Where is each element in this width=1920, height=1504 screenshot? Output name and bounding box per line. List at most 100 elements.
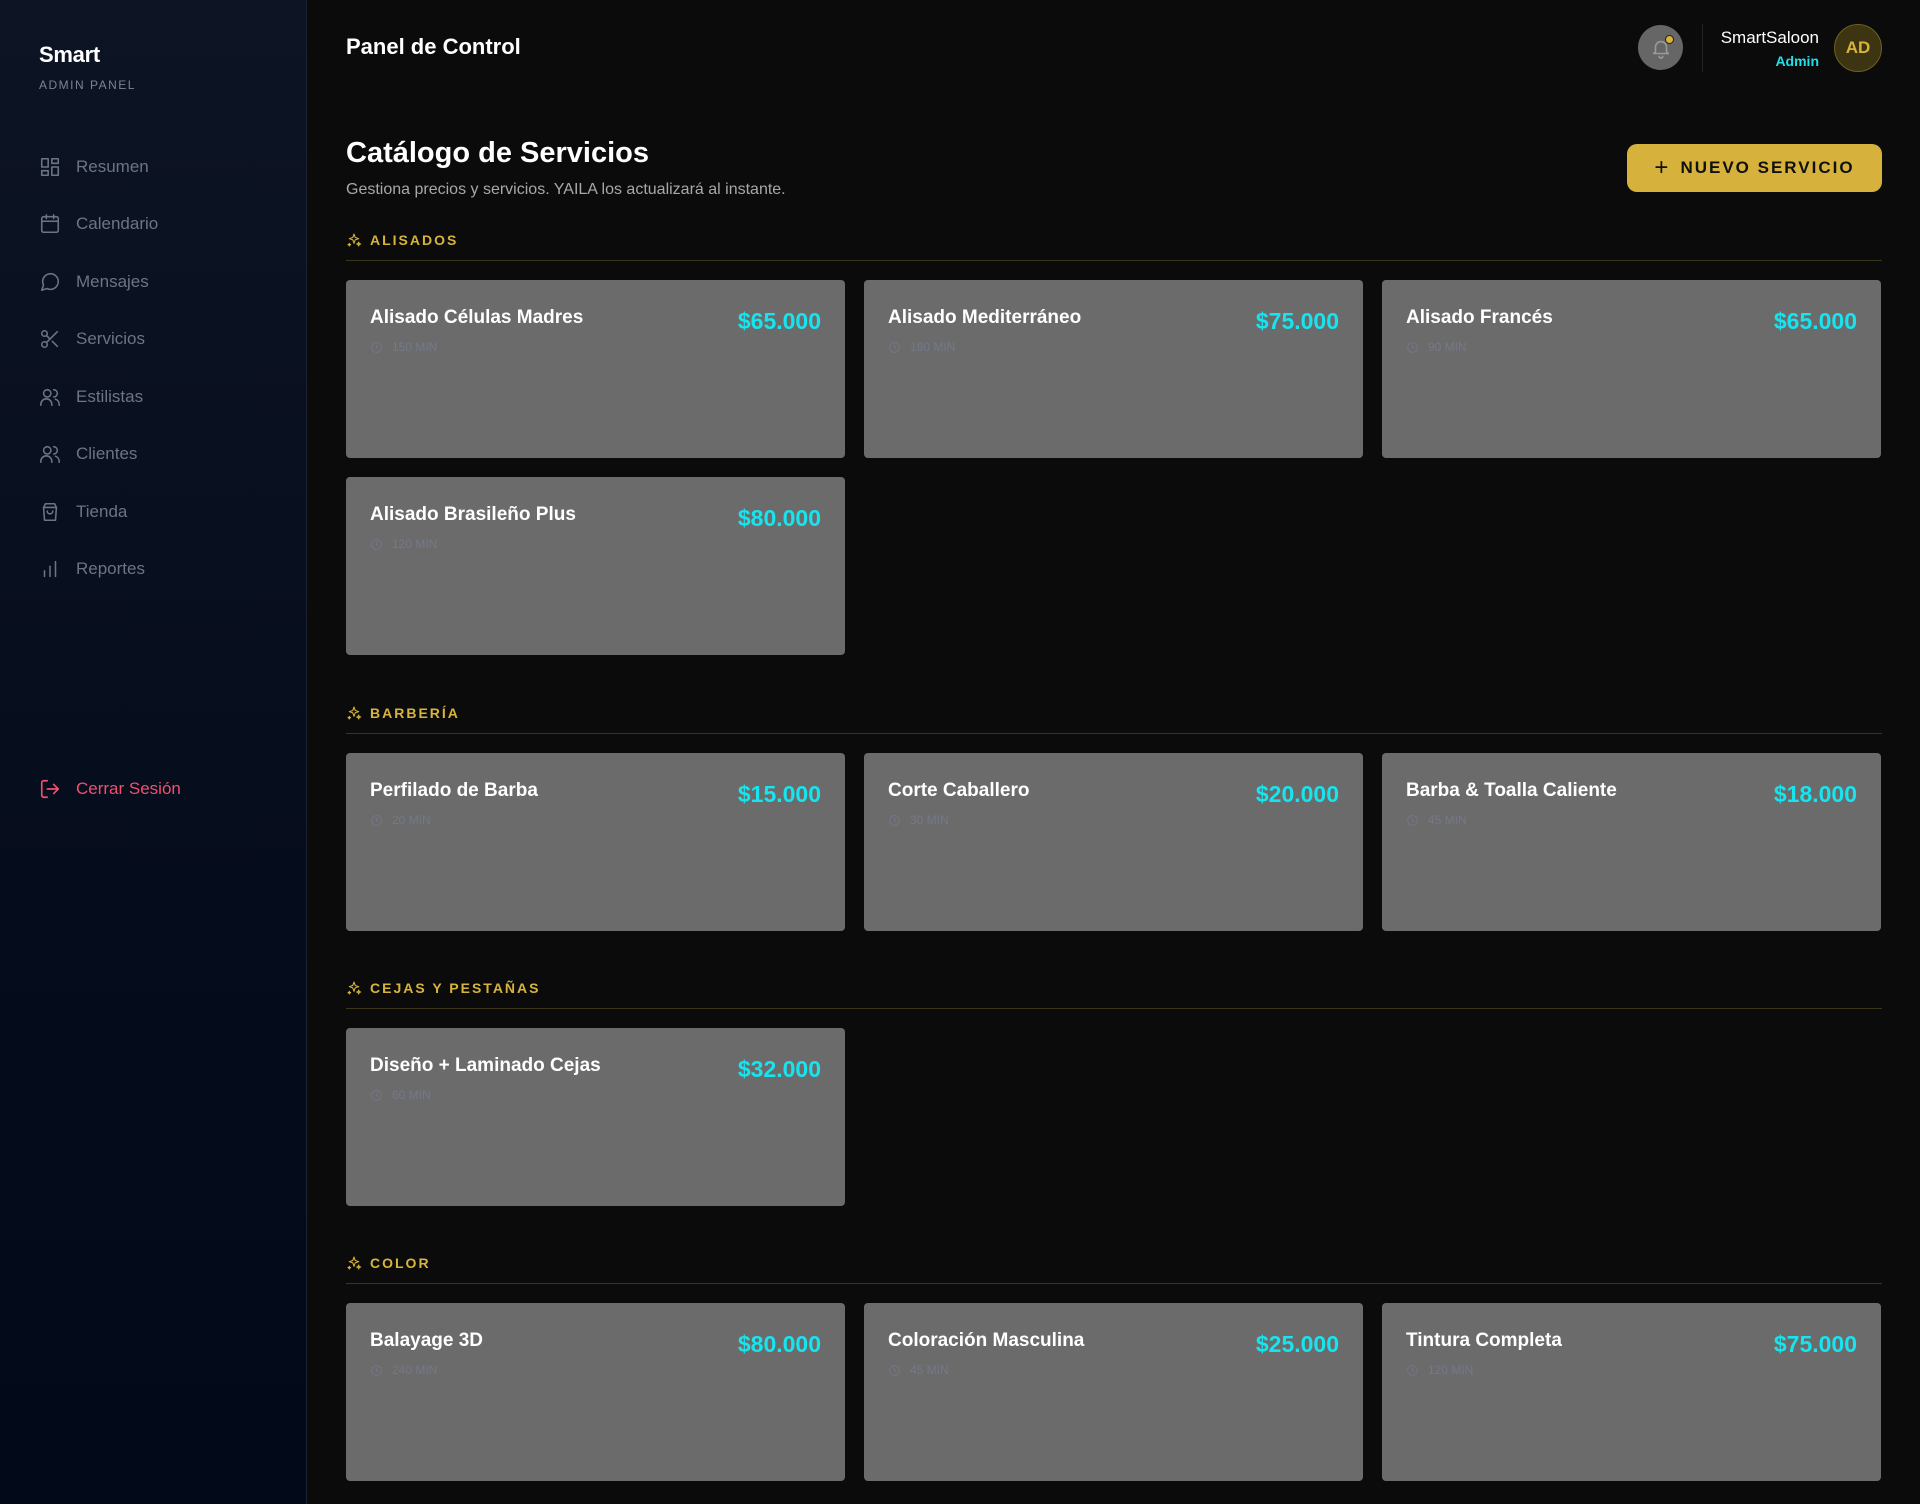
sidebar-item-clientes[interactable]: Clientes [39, 426, 279, 484]
sidebar-item-calendario[interactable]: Calendario [39, 196, 279, 254]
scissors-icon [40, 330, 59, 349]
logout-button[interactable]: Cerrar Sesión [39, 778, 181, 800]
plus-icon: + [1654, 154, 1669, 181]
clock-icon [889, 1364, 900, 1376]
service-duration: 45 MIN [888, 1363, 949, 1377]
service-duration: 60 MIN [370, 1088, 431, 1102]
sparkles-icon [347, 1256, 362, 1270]
service-duration-text: 150 MIN [392, 340, 438, 354]
sparkles-icon [347, 706, 362, 720]
category-divider [346, 260, 1882, 261]
service-price: $65.000 [737, 308, 821, 334]
service-duration: 20 MIN [370, 813, 431, 827]
service-duration: 120 MIN [370, 537, 437, 551]
new-service-button[interactable]: + NUEVO SERVICIO [1627, 144, 1882, 192]
sidebar-item-label: Tienda [76, 501, 128, 521]
sidebar-item-tienda[interactable]: Tienda [39, 483, 279, 541]
category-name: BARBERÍA [370, 705, 460, 721]
service-name: Barba & Toalla Caliente [1406, 780, 1617, 801]
notifications-button[interactable] [1638, 25, 1683, 70]
service-name: Alisado Brasileño Plus [370, 504, 576, 525]
bag-icon [42, 502, 58, 521]
service-card[interactable]: Diseño + Laminado Cejas $32.000 60 MIN [346, 1028, 845, 1206]
sidebar-item-reportes[interactable]: Reportes [39, 541, 279, 599]
service-name: Alisado Francés [1406, 307, 1553, 328]
sidebar-item-label: Clientes [76, 444, 138, 464]
clock-icon [371, 341, 382, 353]
clock-icon [1407, 814, 1418, 826]
service-duration-text: 90 MIN [1428, 340, 1467, 354]
clock-icon [1407, 1364, 1418, 1376]
service-duration-text: 45 MIN [1428, 813, 1467, 827]
brand-title: Smart [39, 42, 100, 67]
service-card[interactable]: Barba & Toalla Caliente $18.000 45 MIN [1382, 753, 1881, 931]
service-card[interactable]: Corte Caballero $20.000 30 MIN [864, 753, 1363, 931]
sidebar-item-label: Resumen [76, 156, 149, 176]
sidebar: Smart ADMIN PANEL Resumen Calendario Men… [0, 0, 307, 1504]
calendar-icon [40, 214, 60, 234]
category-barberia: BARBERÍA Perfilado de Barba $15.000 20 M… [346, 702, 1882, 931]
service-duration-text: 180 MIN [910, 340, 956, 354]
service-duration-text: 240 MIN [392, 1363, 438, 1377]
header-divider [1702, 24, 1703, 72]
service-name: Tintura Completa [1406, 1330, 1562, 1351]
category-alisados: ALISADOS Alisado Células Madres $65.000 … [346, 229, 1882, 655]
service-card[interactable]: Alisado Mediterráneo $75.000 180 MIN [864, 280, 1363, 458]
sidebar-item-label: Servicios [76, 329, 145, 349]
new-service-label: NUEVO SERVICIO [1680, 158, 1855, 177]
service-grid: Balayage 3D $80.000 240 MIN Coloración M… [346, 1303, 1882, 1481]
category-header: CEJAS Y PESTAÑAS [346, 977, 1882, 999]
category-name: CEJAS Y PESTAÑAS [370, 980, 541, 996]
service-card[interactable]: Tintura Completa $75.000 120 MIN [1382, 1303, 1881, 1481]
service-duration: 90 MIN [1406, 340, 1467, 354]
category-header: COLOR [346, 1252, 1882, 1274]
service-card[interactable]: Alisado Brasileño Plus $80.000 120 MIN [346, 477, 845, 655]
service-price: $18.000 [1773, 781, 1857, 807]
sidebar-item-servicios[interactable]: Servicios [39, 311, 279, 369]
page-title: Panel de Control [346, 34, 521, 59]
service-card[interactable]: Perfilado de Barba $15.000 20 MIN [346, 753, 845, 931]
sparkles-icon [347, 981, 362, 995]
avatar[interactable]: AD [1834, 24, 1882, 72]
logout-icon [40, 779, 60, 799]
service-name: Alisado Mediterráneo [888, 307, 1082, 328]
service-price: $20.000 [1255, 781, 1339, 807]
category-header: ALISADOS [346, 229, 1882, 251]
service-duration-text: 45 MIN [910, 1363, 949, 1377]
clock-icon [889, 814, 900, 826]
catalog-title: Catálogo de Servicios [346, 137, 649, 169]
sidebar-item-resumen[interactable]: Resumen [39, 138, 279, 196]
service-grid: Alisado Células Madres $65.000 150 MIN A… [346, 280, 1882, 655]
service-duration-text: 120 MIN [392, 537, 438, 551]
service-price: $75.000 [1773, 1331, 1857, 1357]
sidebar-item-label: Reportes [76, 559, 145, 579]
service-price: $15.000 [737, 781, 821, 807]
sidebar-item-mensajes[interactable]: Mensajes [39, 253, 279, 311]
service-duration: 150 MIN [370, 340, 437, 354]
service-grid: Perfilado de Barba $15.000 20 MIN Corte … [346, 753, 1882, 931]
service-price: $25.000 [1255, 1331, 1339, 1357]
service-card[interactable]: Alisado Francés $65.000 90 MIN [1382, 280, 1881, 458]
service-name: Perfilado de Barba [370, 780, 538, 801]
users-icon [40, 446, 60, 464]
clock-icon [371, 1364, 382, 1376]
category-name: ALISADOS [370, 232, 459, 248]
service-card[interactable]: Coloración Masculina $25.000 45 MIN [864, 1303, 1363, 1481]
service-name: Balayage 3D [370, 1330, 484, 1351]
service-card[interactable]: Alisado Células Madres $65.000 150 MIN [346, 280, 845, 458]
service-duration: 45 MIN [1406, 813, 1467, 827]
logout-label: Cerrar Sesión [76, 779, 181, 798]
service-name: Diseño + Laminado Cejas [370, 1055, 601, 1076]
service-price: $80.000 [737, 505, 821, 531]
brand-subtitle: ADMIN PANEL [39, 78, 136, 92]
service-duration: 240 MIN [370, 1363, 437, 1377]
category-divider [346, 1283, 1882, 1284]
service-name: Alisado Células Madres [370, 307, 584, 328]
service-card[interactable]: Balayage 3D $80.000 240 MIN [346, 1303, 845, 1481]
clock-icon [1407, 341, 1418, 353]
service-name: Corte Caballero [888, 780, 1030, 801]
service-duration-text: 20 MIN [392, 813, 431, 827]
sidebar-item-label: Estilistas [76, 386, 144, 406]
sidebar-item-estilistas[interactable]: Estilistas [39, 368, 279, 426]
notification-dot [1665, 35, 1674, 44]
